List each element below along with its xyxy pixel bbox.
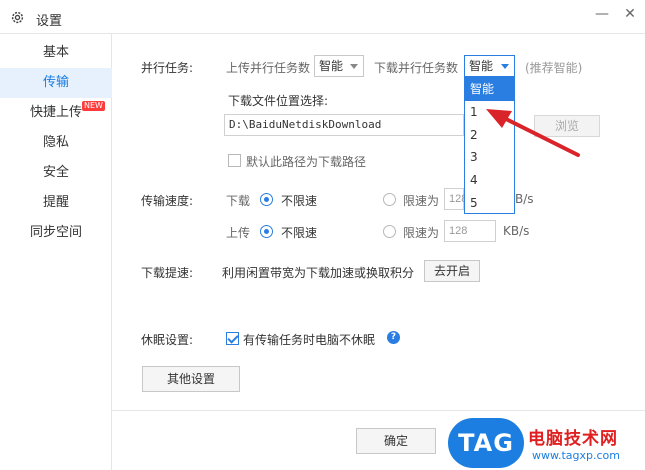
upload-parallel-value: 智能 [319, 59, 344, 73]
minimize-button[interactable]: — [591, 4, 613, 24]
upload-limit-input[interactable]: 128 [444, 220, 496, 242]
sidebar-item-reminder[interactable]: 提醒 [0, 188, 112, 218]
speed-section-label: 传输速度: [141, 194, 194, 208]
watermark-site-name: 电脑技术网 [528, 429, 618, 449]
sidebar-item-transfer[interactable]: 传输 [0, 68, 112, 98]
upload-parallel-label: 上传并行任务数 [226, 61, 311, 75]
download-location-label: 下载文件位置选择: [228, 94, 329, 108]
upload-limit-radio[interactable] [383, 225, 396, 238]
new-badge: NEW [82, 101, 105, 111]
upload-speed-unit: KB/s [503, 224, 530, 238]
download-limit-radio[interactable] [383, 193, 396, 206]
sidebar-item-label: 提醒 [42, 195, 69, 210]
default-path-checkbox[interactable] [228, 154, 241, 167]
window-title: 设置 [36, 14, 63, 29]
sidebar-item-label: 同步空间 [29, 225, 82, 240]
sidebar-item-quick-upload[interactable]: 快捷上传 NEW [0, 98, 112, 128]
dropdown-option-1[interactable]: 1 [465, 101, 514, 124]
download-parallel-label: 下载并行任务数 [374, 61, 459, 75]
sidebar: 基本 传输 快捷上传 NEW 隐私 安全 提醒 同步空间 [0, 34, 112, 470]
download-limit-label: 限速为 [403, 194, 440, 208]
download-speed-label: 下载 [226, 194, 251, 208]
chevron-down-icon [350, 64, 358, 69]
upload-speed-label: 上传 [226, 226, 251, 240]
default-path-label: 默认此路径为下载路径 [246, 155, 367, 169]
download-unlimited-radio[interactable] [260, 193, 273, 206]
parallel-section-label: 并行任务: [141, 61, 194, 75]
sleep-section-label: 休眠设置: [141, 333, 194, 347]
help-icon[interactable]: ? [387, 331, 400, 344]
parallel-count-dropdown-list: 智能 1 2 3 4 5 [464, 77, 515, 214]
download-parallel-value: 智能 [469, 59, 494, 73]
upload-limit-label: 限速为 [403, 226, 440, 240]
sidebar-item-security[interactable]: 安全 [0, 158, 112, 188]
browse-button[interactable]: 浏览 [534, 115, 600, 137]
upload-unlimited-radio[interactable] [260, 225, 273, 238]
download-speed-unit: B/s [515, 192, 534, 206]
watermark-url: www.tagxp.com [532, 449, 620, 462]
dropdown-option-2[interactable]: 2 [465, 124, 514, 147]
prevent-sleep-checkbox[interactable] [226, 332, 239, 345]
sidebar-item-sync-space[interactable]: 同步空间 [0, 218, 112, 248]
chevron-down-icon [501, 64, 509, 69]
dropdown-option-5[interactable]: 5 [465, 192, 514, 215]
enable-boost-button[interactable]: 去开启 [424, 260, 480, 282]
dropdown-option-3[interactable]: 3 [465, 146, 514, 169]
sidebar-item-privacy[interactable]: 隐私 [0, 128, 112, 158]
site-watermark: TAG 电脑技术网 www.tagxp.com [448, 418, 644, 468]
title-bar: 设置 — ✕ [0, 0, 645, 34]
other-settings-button[interactable]: 其他设置 [142, 366, 240, 392]
prevent-sleep-label: 有传输任务时电脑不休眠 [243, 333, 376, 347]
sidebar-item-label: 安全 [42, 165, 69, 180]
upload-parallel-select[interactable]: 智能 [314, 55, 364, 77]
sidebar-item-label: 隐私 [42, 135, 69, 150]
boost-section-label: 下载提速: [141, 266, 194, 280]
sidebar-item-label: 传输 [42, 75, 69, 90]
close-button[interactable]: ✕ [619, 4, 641, 24]
upload-unlimited-label: 不限速 [281, 226, 318, 240]
download-limit-input[interactable]: 128 [444, 188, 467, 210]
ok-button[interactable]: 确定 [356, 428, 436, 454]
dropdown-option-4[interactable]: 4 [465, 169, 514, 192]
download-unlimited-label: 不限速 [281, 194, 318, 208]
sidebar-item-label: 基本 [42, 45, 69, 60]
download-path-field[interactable]: D:\BaiduNetdiskDownload [224, 114, 464, 136]
dropdown-option-smart[interactable]: 智能 [465, 78, 514, 101]
tag-logo: TAG [448, 418, 524, 468]
parallel-hint: (推荐智能) [525, 61, 583, 75]
settings-gear-icon [11, 11, 24, 24]
boost-description: 利用闲置带宽为下载加速或换取积分 [222, 266, 415, 280]
sidebar-item-label: 快捷上传 [29, 105, 82, 120]
download-parallel-select[interactable]: 智能 [464, 55, 515, 77]
sidebar-item-basic[interactable]: 基本 [0, 38, 112, 68]
